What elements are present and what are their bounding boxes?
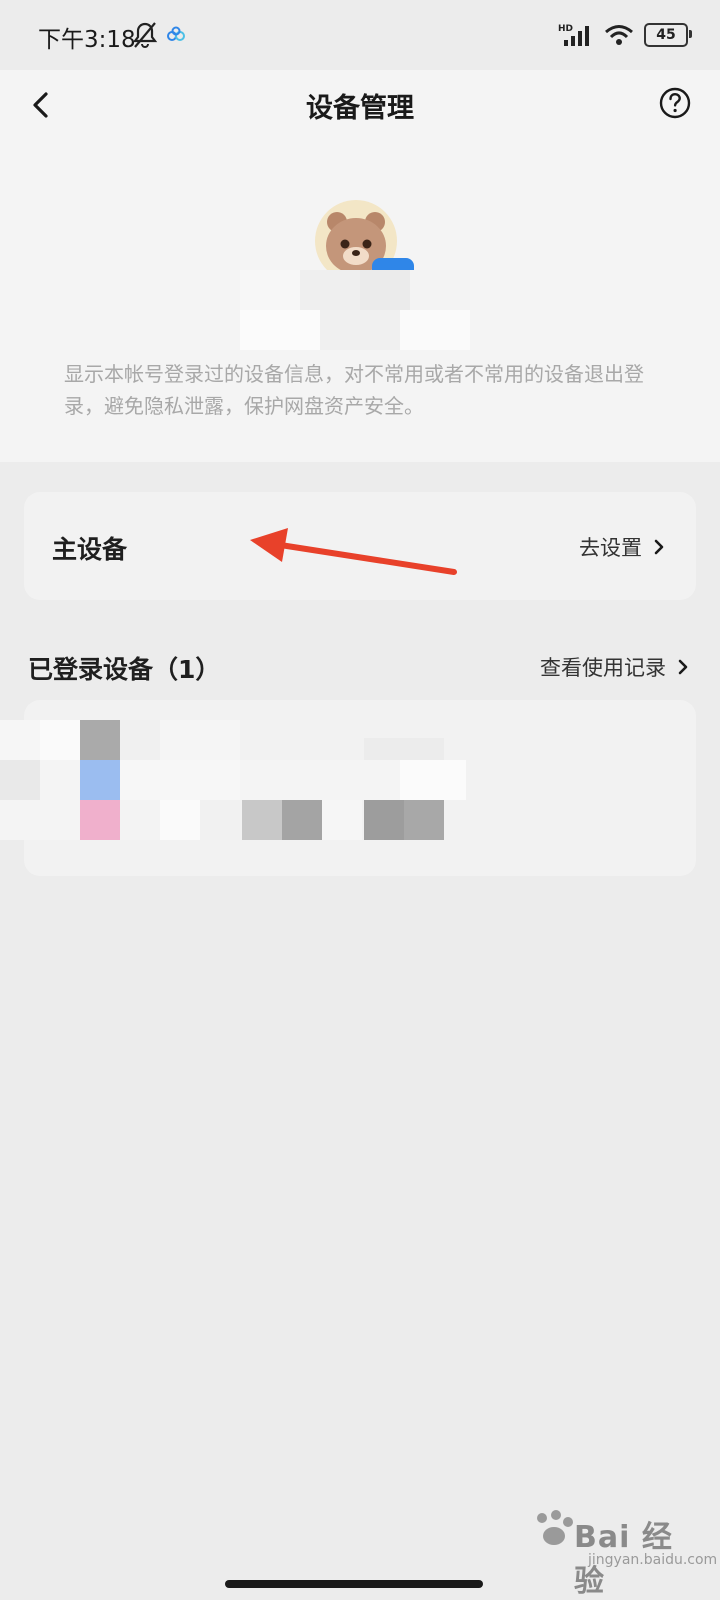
watermark-url: jingyan.baidu.com xyxy=(588,1552,718,1568)
description-text: 显示本帐号登录过的设备信息，对不常用或者不常用的设备退出登录，避免隐私泄露，保护… xyxy=(64,362,644,418)
wifi-icon xyxy=(605,25,633,45)
annotation-arrow-icon xyxy=(250,528,457,575)
cellular-signal-icon: HD xyxy=(558,24,589,46)
baidu-watermark: Bai 经验 jingyan.baidu.com xyxy=(524,1508,717,1599)
network-label: HD xyxy=(558,24,573,34)
usage-records-label: 查看使用记录 xyxy=(540,656,666,680)
main-device-setup-button[interactable]: 去设置 xyxy=(579,532,666,562)
logged-devices-title: 已登录设备（1） xyxy=(28,655,221,684)
chevron-right-icon xyxy=(678,659,688,675)
battery-level: 45 xyxy=(656,27,676,43)
redacted-device-item[interactable] xyxy=(0,720,470,850)
redacted-username xyxy=(240,270,470,360)
paw-icon xyxy=(537,1510,573,1545)
page-title: 设备管理 xyxy=(306,93,414,124)
bell-muted-icon xyxy=(132,22,158,49)
baidu-cloud-icon xyxy=(167,26,185,41)
status-bar: 下午3:18 HD 45 xyxy=(0,0,720,70)
view-usage-records-link[interactable]: 查看使用记录 xyxy=(540,652,690,682)
status-time: 下午3:18 xyxy=(38,27,136,53)
nav-bar: 设备管理 xyxy=(0,70,720,140)
battery-indicator: 45 xyxy=(644,23,692,47)
main-device-label: 主设备 xyxy=(52,535,128,564)
home-indicator[interactable] xyxy=(225,1580,483,1588)
main-device-action-label: 去设置 xyxy=(579,536,642,560)
chevron-right-icon xyxy=(654,539,664,555)
help-icon[interactable] xyxy=(658,86,692,120)
